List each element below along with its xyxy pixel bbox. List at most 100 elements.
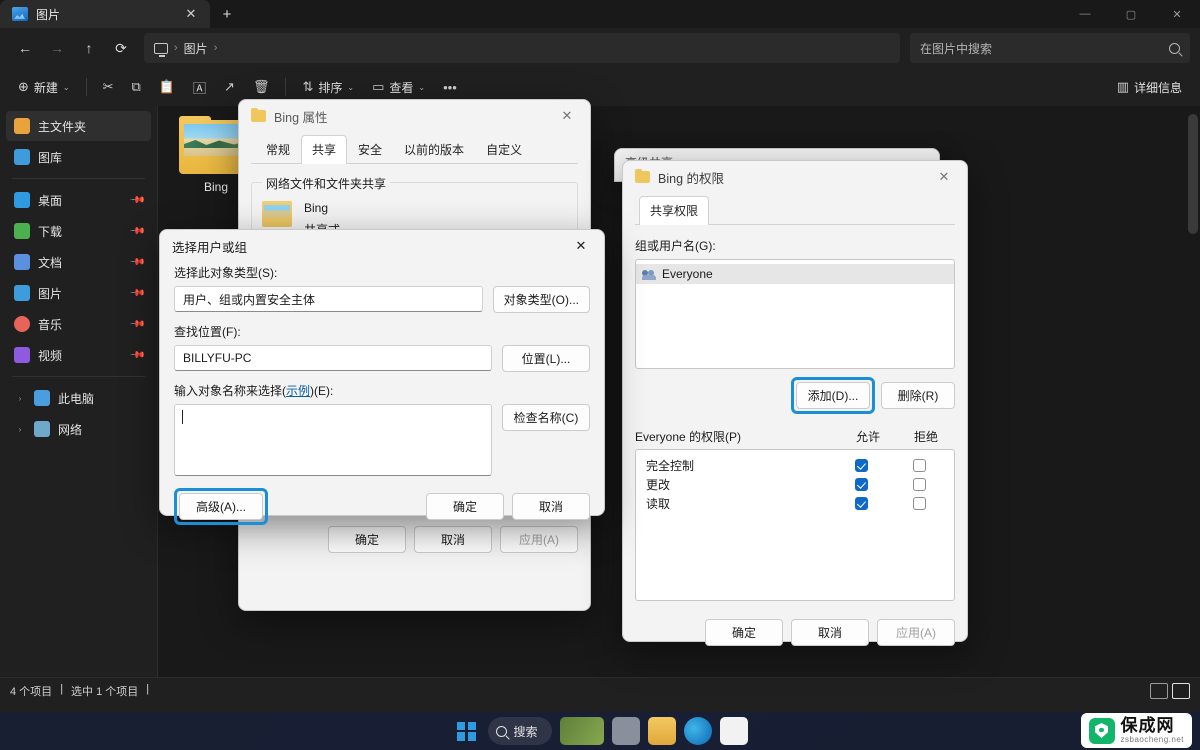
add-button[interactable]: 添加(D)... [796,382,870,409]
cut-button[interactable]: ✂ [95,73,122,101]
edge-browser-button[interactable] [683,717,712,745]
status-right [1150,682,1190,699]
share-button[interactable]: ↗ [216,73,243,101]
sort-button[interactable]: ⇅ 排序 ⌄ [294,73,362,101]
pin-icon[interactable]: 📌 [128,316,145,333]
chevron-right-icon[interactable]: › [14,425,26,434]
deny-checkbox[interactable] [912,497,926,510]
close-button[interactable]: ✕ [1154,0,1200,28]
permission-name: 更改 [646,478,671,492]
cancel-button[interactable]: 取消 [791,619,869,646]
sidebar-item-home[interactable]: 主文件夹 [6,111,151,141]
location-label: 查找位置(F): [174,325,241,339]
address-bar[interactable]: › 图片 › [144,33,900,63]
allow-cell [832,497,890,510]
sidebar-item-desktop[interactable]: 桌面 📌 [6,185,151,215]
object-names-input[interactable] [174,404,492,476]
paste-button[interactable]: 📋 [151,73,183,101]
pin-icon[interactable]: 📌 [128,223,145,240]
close-icon[interactable]: ✕ [550,102,584,130]
toolbar-divider-2 [285,78,287,96]
explorer-titlebar: 图片 ✕ + — ▢ ✕ [0,0,1200,28]
tab-security[interactable]: 安全 [347,135,393,164]
group-list[interactable]: Everyone [635,259,955,369]
chevron-down-icon: ⌄ [62,82,70,92]
taskbar-search[interactable]: 搜索 [488,717,552,745]
details-pane-button[interactable]: ▥ 详细信息 [1109,73,1190,101]
forward-button[interactable]: → [42,34,72,62]
tab-sharing[interactable]: 共享 [301,135,348,164]
pin-icon[interactable]: 📌 [128,285,145,302]
task-view-button[interactable] [611,717,640,745]
windows-logo-icon [456,721,476,741]
list-item-everyone[interactable]: Everyone [636,264,954,284]
refresh-button[interactable]: ⟳ [106,34,136,62]
examples-link[interactable]: 示例 [286,384,310,398]
sidebar-item-documents[interactable]: 文档 📌 [6,247,151,277]
breadcrumb-item-pictures[interactable]: 图片 [184,40,208,57]
object-type-button[interactable]: 对象类型(O)... [492,286,590,313]
content-scrollbar[interactable] [1188,114,1198,234]
sidebar-item-downloads[interactable]: 下载 📌 [6,216,151,246]
view-button[interactable]: ▭ 查看 ⌄ [364,73,433,101]
select-users-footer: 高级(A)... 确定 取消 [174,488,590,525]
weather-widget[interactable] [559,717,604,745]
deny-checkbox[interactable] [912,459,926,472]
chevron-down-icon: ⌄ [418,82,426,92]
large-icons-view-button[interactable] [1172,682,1190,699]
close-icon[interactable]: ✕ [927,163,961,191]
check-names-button[interactable]: 检查名称(C) [502,404,590,431]
allow-checkbox[interactable] [854,478,868,491]
deny-checkbox[interactable] [912,478,926,491]
allow-checkbox[interactable] [854,459,868,472]
copy-button[interactable]: ⧉ [124,73,149,101]
delete-button[interactable]: 🗑 [245,73,278,101]
tab-pictures[interactable]: 图片 ✕ [0,0,210,28]
tab-share-permissions[interactable]: 共享权限 [639,196,710,225]
pin-icon[interactable]: 📌 [128,254,145,271]
sidebar-item-music[interactable]: 音乐 📌 [6,309,151,339]
tab-customize[interactable]: 自定义 [475,135,533,164]
pin-icon[interactable]: 📌 [128,192,145,209]
tab-close-icon[interactable]: ✕ [180,3,202,25]
ellipsis-icon: ••• [443,79,457,95]
table-row: 完全控制 [636,456,954,475]
sidebar-item-videos[interactable]: 视频 📌 [6,340,151,370]
microsoft-store-button[interactable] [719,717,748,745]
sidebar-item-gallery[interactable]: 图库 [6,142,151,172]
sidebar-item-network[interactable]: › 网络 [6,414,151,444]
sidebar-item-this-pc[interactable]: › 此电脑 [6,383,151,413]
copy-icon: ⧉ [131,79,141,94]
location-button[interactable]: 位置(L)... [502,345,590,372]
search-box[interactable]: 在图片中搜索 [910,33,1190,63]
more-options-button[interactable]: ••• [435,73,465,101]
advanced-button[interactable]: 高级(A)... [179,493,263,520]
new-tab-button[interactable]: + [216,3,238,25]
remove-button[interactable]: 删除(R) [881,382,955,409]
maximize-button[interactable]: ▢ [1108,0,1154,28]
back-button[interactable]: ← [10,34,40,62]
sidebar-item-label: 图库 [38,150,63,165]
details-view-button[interactable] [1150,682,1168,699]
minimize-button[interactable]: — [1062,0,1108,28]
tab-previous-versions[interactable]: 以前的版本 [393,135,475,164]
new-button[interactable]: ⊕ 新建 ⌄ [10,73,78,101]
pin-icon[interactable]: 📌 [128,347,145,364]
sidebar-item-pictures[interactable]: 图片 📌 [6,278,151,308]
file-explorer-button[interactable] [647,717,676,745]
permissions-table: 完全控制 更改 读取 [635,449,955,601]
select-users-titlebar: 选择用户或组 ✕ [160,230,604,262]
cancel-button[interactable]: 取消 [512,493,590,520]
up-button[interactable]: ↑ [74,34,104,62]
tab-general[interactable]: 常规 [255,135,301,164]
allow-checkbox[interactable] [854,497,868,510]
chevron-right-icon[interactable]: › [14,394,26,403]
rename-button[interactable]: 🄰 [185,73,214,101]
close-icon[interactable]: ✕ [564,232,598,260]
object-type-field[interactable]: 用户、组或内置安全主体 [174,286,483,312]
ok-button[interactable]: 确定 [426,493,504,520]
ok-button[interactable]: 确定 [705,619,783,646]
start-button[interactable] [452,717,480,745]
location-field[interactable]: BILLYFU-PC [174,345,492,371]
this-pc-icon [34,390,50,406]
